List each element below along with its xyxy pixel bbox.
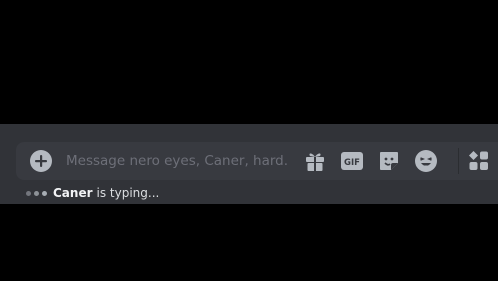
apps-icon[interactable] xyxy=(467,149,491,173)
gif-label: GIF xyxy=(344,158,360,168)
typing-user-name: Caner xyxy=(53,186,93,200)
gift-icon[interactable] xyxy=(303,149,327,173)
message-input[interactable] xyxy=(66,150,288,172)
typing-dots-icon xyxy=(26,190,47,196)
typing-text: is typing... xyxy=(96,186,160,200)
add-circle-icon[interactable] xyxy=(29,149,53,173)
emoji-icon[interactable] xyxy=(414,149,438,173)
gif-icon[interactable]: GIF xyxy=(340,149,364,173)
composer-divider xyxy=(458,148,459,174)
screen: GIF Ca xyxy=(0,0,498,281)
typing-indicator: Caner is typing... xyxy=(26,185,159,201)
sticker-icon[interactable] xyxy=(377,149,401,173)
